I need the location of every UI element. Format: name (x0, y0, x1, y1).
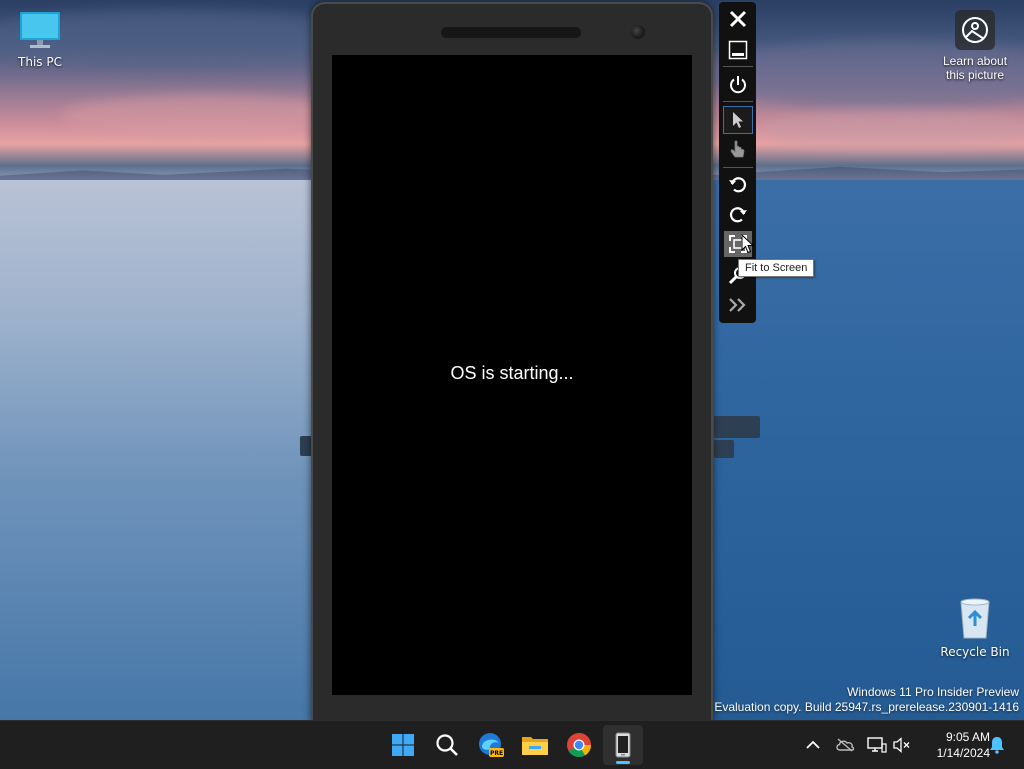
taskbar: PRE 9:05 AM 1/14/2024 (0, 720, 1024, 769)
learn-about-label-line2: this picture (945, 68, 1005, 82)
phone-emulator-icon (615, 732, 631, 758)
network-icon (867, 737, 887, 753)
volume-muted-icon (893, 737, 910, 753)
mouse-cursor-icon (741, 234, 755, 254)
wallpaper-water (0, 180, 312, 720)
minimize-icon (728, 40, 748, 60)
tooltip: Fit to Screen (738, 259, 815, 277)
toolbar-separator (723, 101, 753, 102)
desktop-icon-label: Recycle Bin (940, 645, 1010, 659)
watermark-line1: Windows 11 Pro Insider Preview (847, 685, 1019, 699)
watermark-line2: Evaluation copy. Build 25947.rs_prerelea… (714, 700, 1019, 714)
search-button[interactable] (427, 725, 467, 765)
phone-screen[interactable]: OS is starting... (332, 55, 692, 695)
close-icon (729, 10, 747, 28)
taskbar-clock[interactable]: 9:05 AM 1/14/2024 (918, 729, 990, 761)
taskbar-app-phone-emulator[interactable] (603, 725, 643, 765)
rotate-left-icon (729, 177, 747, 193)
recycle-bin-icon (960, 598, 990, 639)
camera-info-icon (955, 10, 995, 50)
minimize-button[interactable] (724, 37, 752, 63)
chevron-up-icon (806, 740, 820, 749)
active-app-indicator (616, 761, 630, 764)
edge-preview-icon: PRE (479, 733, 504, 757)
onedrive-tray-button[interactable] (833, 733, 857, 757)
close-button[interactable] (724, 6, 752, 32)
network-tray-button[interactable] (865, 733, 889, 757)
rotate-left-button[interactable] (724, 172, 752, 198)
rotate-right-icon (729, 207, 747, 223)
phone-speaker (441, 27, 581, 38)
mouse-input-button[interactable] (723, 106, 753, 134)
desktop-icon-recycle-bin[interactable]: Recycle Bin (935, 596, 1015, 659)
bell-icon (990, 737, 1004, 754)
toolbar-separator (723, 167, 753, 168)
touch-input-icon (730, 140, 745, 158)
phone-emulator-window[interactable]: OS is starting... (311, 2, 713, 722)
more-tools-icon (729, 298, 746, 312)
rotate-right-button[interactable] (724, 202, 752, 228)
desktop-icon-label: This PC (18, 55, 62, 69)
toolbar-separator (723, 66, 753, 67)
wallpaper-cloud (760, 110, 1024, 150)
more-tools-button[interactable] (724, 292, 752, 318)
learn-about-label-line1: Learn about (942, 54, 1008, 68)
taskbar-app-file-explorer[interactable] (515, 725, 555, 765)
search-icon (436, 734, 458, 756)
clock-date: 1/14/2024 (936, 746, 990, 760)
windows-watermark: Windows 11 Pro Insider Preview Evaluatio… (714, 685, 1019, 715)
cloud-offline-icon (836, 738, 855, 752)
desktop-icon-this-pc[interactable]: This PC (0, 10, 80, 69)
power-button[interactable] (724, 72, 752, 98)
volume-tray-button[interactable] (890, 733, 914, 757)
boot-status-text: OS is starting... (450, 363, 574, 383)
clock-time: 9:05 AM (945, 730, 990, 744)
show-hidden-icons-button[interactable] (801, 733, 825, 757)
power-icon (730, 76, 746, 94)
mouse-input-icon (733, 112, 743, 128)
touch-input-button[interactable] (724, 137, 752, 163)
wallpaper-rock (714, 440, 734, 458)
taskbar-app-edge-preview[interactable]: PRE (471, 725, 511, 765)
taskbar-app-chrome[interactable] (559, 725, 599, 765)
learn-about-picture[interactable]: Learn about this picture (935, 10, 1015, 82)
windows-start-icon (392, 734, 414, 756)
svg-text:PRE: PRE (490, 750, 503, 757)
phone-camera (631, 25, 645, 39)
start-button[interactable] (383, 725, 423, 765)
wallpaper-rock (714, 416, 760, 438)
file-explorer-icon (522, 737, 548, 755)
monitor-icon (20, 12, 60, 48)
chrome-icon (567, 733, 591, 758)
notifications-button[interactable] (985, 733, 1009, 757)
